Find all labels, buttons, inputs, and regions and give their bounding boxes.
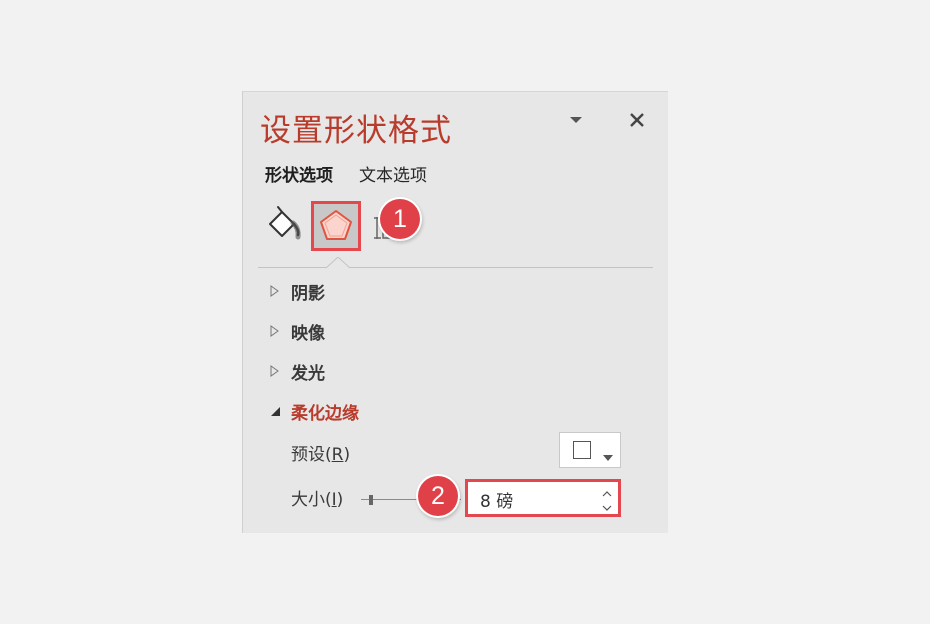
section-label: 发光 — [291, 363, 325, 384]
preset-dropdown-button[interactable] — [559, 432, 621, 468]
size-spin-box[interactable]: 8 磅 — [465, 479, 621, 517]
preset-swatch — [573, 441, 591, 459]
format-shape-pane: 设置形状格式 形状选项 文本选项 阴影 映像 发光 柔化边缘 预设(R) 大小(… — [242, 91, 668, 533]
effects-pentagon-icon[interactable] — [311, 201, 361, 251]
section-glow[interactable]: 发光 — [268, 357, 325, 385]
spin-up-icon[interactable] — [601, 485, 613, 497]
callout-badge-2: 2 — [418, 476, 458, 516]
section-label: 阴影 — [291, 283, 325, 304]
preset-label: 预设(R) — [291, 440, 350, 465]
preset-label-text: 预设( — [291, 445, 332, 465]
callout-badge-1: 1 — [380, 199, 420, 239]
pane-title: 设置形状格式 — [260, 113, 452, 149]
expanded-triangle-icon — [268, 404, 282, 418]
size-label: 大小(I) — [291, 485, 343, 510]
caret-down-icon[interactable] — [567, 111, 585, 129]
section-label: 柔化边缘 — [291, 403, 359, 424]
section-shadow[interactable]: 阴影 — [268, 277, 325, 305]
expand-right-icon — [268, 324, 282, 338]
screenshot-stage: 设置形状格式 形状选项 文本选项 阴影 映像 发光 柔化边缘 预设(R) 大小(… — [0, 0, 930, 624]
preset-label-close: ) — [343, 445, 351, 465]
preset-label-key: R — [331, 445, 344, 465]
size-value[interactable]: 8 磅 — [480, 487, 513, 512]
close-icon[interactable] — [628, 111, 646, 129]
section-label: 映像 — [291, 323, 325, 344]
spin-down-icon[interactable] — [601, 499, 613, 511]
section-soft-edges[interactable]: 柔化边缘 — [268, 397, 359, 425]
fill-line-icon[interactable] — [264, 204, 312, 252]
tab-text-options[interactable]: 文本选项 — [359, 161, 427, 189]
spin-arrows — [601, 485, 613, 513]
tab-divider — [258, 267, 653, 268]
tab-shape-options[interactable]: 形状选项 — [265, 161, 333, 189]
icon-tab-row — [264, 201, 654, 251]
chevron-down-icon — [602, 447, 614, 466]
option-tabs: 形状选项 文本选项 — [265, 161, 427, 189]
size-label-close: ) — [336, 490, 344, 510]
expand-right-icon — [268, 284, 282, 298]
expand-right-icon — [268, 364, 282, 378]
section-reflection[interactable]: 映像 — [268, 317, 325, 345]
size-label-text: 大小( — [291, 490, 332, 510]
slider-thumb[interactable] — [369, 495, 373, 505]
